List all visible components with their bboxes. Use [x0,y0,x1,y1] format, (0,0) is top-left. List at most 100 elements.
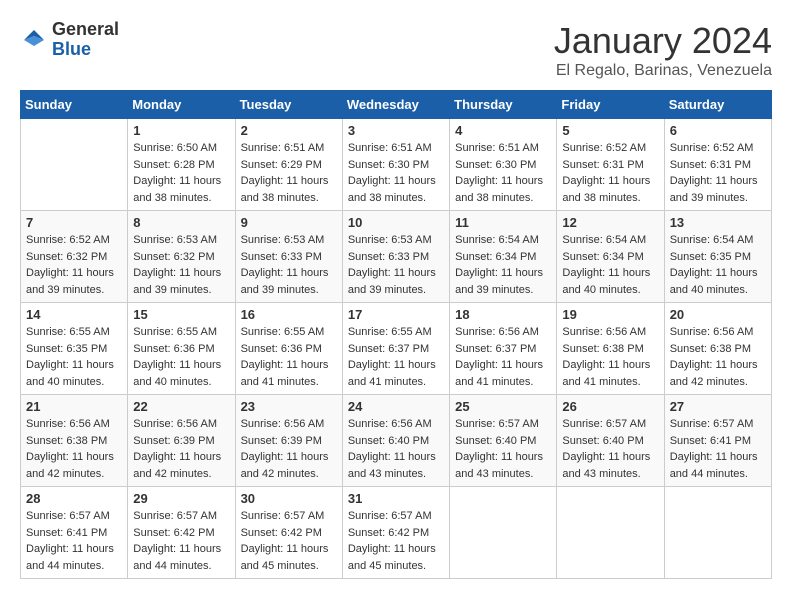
day-info: Sunrise: 6:55 AMSunset: 6:36 PMDaylight:… [241,324,337,390]
day-number: 17 [348,307,444,322]
calendar-day-cell: 27 Sunrise: 6:57 AMSunset: 6:41 PMDayligh… [664,395,771,487]
day-number: 5 [562,123,658,138]
day-number: 4 [455,123,551,138]
calendar-day-cell: 2 Sunrise: 6:51 AMSunset: 6:29 PMDaylight… [235,119,342,211]
day-number: 13 [670,215,766,230]
day-info: Sunrise: 6:56 AMSunset: 6:40 PMDaylight:… [348,416,444,482]
day-info: Sunrise: 6:57 AMSunset: 6:41 PMDaylight:… [670,416,766,482]
calendar-day-cell: 6 Sunrise: 6:52 AMSunset: 6:31 PMDaylight… [664,119,771,211]
calendar-day-cell: 13 Sunrise: 6:54 AMSunset: 6:35 PMDayligh… [664,211,771,303]
page-header: General Blue January 2024 El Regalo, Bar… [20,20,772,80]
calendar-day-cell: 19 Sunrise: 6:56 AMSunset: 6:38 PMDayligh… [557,303,664,395]
day-info: Sunrise: 6:57 AMSunset: 6:42 PMDaylight:… [133,508,229,574]
day-number: 2 [241,123,337,138]
day-number: 11 [455,215,551,230]
day-number: 22 [133,399,229,414]
day-info: Sunrise: 6:56 AMSunset: 6:38 PMDaylight:… [562,324,658,390]
day-number: 10 [348,215,444,230]
day-number: 9 [241,215,337,230]
calendar-day-cell: 23Sunrise: 6:56 AMSunset: 6:39 PMDayligh… [235,395,342,487]
calendar-day-cell: 9 Sunrise: 6:53 AMSunset: 6:33 PMDaylight… [235,211,342,303]
day-number: 27 [670,399,766,414]
day-info: Sunrise: 6:52 AMSunset: 6:32 PMDaylight:… [26,232,122,298]
weekday-header: Sunday [21,91,128,119]
weekday-header: Thursday [450,91,557,119]
day-number: 21 [26,399,122,414]
day-number: 8 [133,215,229,230]
calendar-day-cell [664,487,771,579]
day-info: Sunrise: 6:56 AMSunset: 6:38 PMDaylight:… [26,416,122,482]
calendar-table: SundayMondayTuesdayWednesdayThursdayFrid… [20,90,772,579]
day-number: 31 [348,491,444,506]
calendar-day-cell: 12 Sunrise: 6:54 AMSunset: 6:34 PMDayligh… [557,211,664,303]
location: El Regalo, Barinas, Venezuela [554,62,772,80]
day-info: Sunrise: 6:53 AMSunset: 6:32 PMDaylight:… [133,232,229,298]
day-info: Sunrise: 6:56 AMSunset: 6:39 PMDaylight:… [133,416,229,482]
calendar-day-cell [450,487,557,579]
weekday-header: Friday [557,91,664,119]
calendar-week-row: 21 Sunrise: 6:56 AMSunset: 6:38 PMDayligh… [21,395,772,487]
day-number: 26 [562,399,658,414]
day-number: 19 [562,307,658,322]
day-info: Sunrise: 6:55 AMSunset: 6:37 PMDaylight:… [348,324,444,390]
weekday-header-row: SundayMondayTuesdayWednesdayThursdayFrid… [21,91,772,119]
calendar-day-cell: 30 Sunrise: 6:57 AMSunset: 6:42 PMDayligh… [235,487,342,579]
title-section: January 2024 El Regalo, Barinas, Venezue… [554,20,772,80]
day-number: 30 [241,491,337,506]
day-info: Sunrise: 6:56 AMSunset: 6:37 PMDaylight:… [455,324,551,390]
day-info: Sunrise: 6:53 AMSunset: 6:33 PMDaylight:… [241,232,337,298]
day-info: Sunrise: 6:57 AMSunset: 6:40 PMDaylight:… [562,416,658,482]
day-info: Sunrise: 6:51 AMSunset: 6:30 PMDaylight:… [455,140,551,206]
day-info: Sunrise: 6:53 AMSunset: 6:33 PMDaylight:… [348,232,444,298]
day-info: Sunrise: 6:57 AMSunset: 6:40 PMDaylight:… [455,416,551,482]
day-number: 14 [26,307,122,322]
calendar-week-row: 7 Sunrise: 6:52 AMSunset: 6:32 PMDaylight… [21,211,772,303]
month-title: January 2024 [554,20,772,62]
day-info: Sunrise: 6:54 AMSunset: 6:34 PMDaylight:… [562,232,658,298]
logo-blue: Blue [52,40,119,60]
calendar-week-row: 14 Sunrise: 6:55 AMSunset: 6:35 PMDayligh… [21,303,772,395]
calendar-day-cell: 18 Sunrise: 6:56 AMSunset: 6:37 PMDayligh… [450,303,557,395]
day-number: 18 [455,307,551,322]
weekday-header: Wednesday [342,91,449,119]
day-number: 24 [348,399,444,414]
logo-icon [20,26,48,54]
day-info: Sunrise: 6:56 AMSunset: 6:38 PMDaylight:… [670,324,766,390]
calendar-day-cell: 26 Sunrise: 6:57 AMSunset: 6:40 PMDayligh… [557,395,664,487]
calendar-day-cell: 8 Sunrise: 6:53 AMSunset: 6:32 PMDaylight… [128,211,235,303]
day-info: Sunrise: 6:52 AMSunset: 6:31 PMDaylight:… [670,140,766,206]
calendar-day-cell: 5Sunrise: 6:52 AMSunset: 6:31 PMDaylight… [557,119,664,211]
day-number: 29 [133,491,229,506]
calendar-day-cell: 31 Sunrise: 6:57 AMSunset: 6:42 PMDayligh… [342,487,449,579]
calendar-day-cell: 29 Sunrise: 6:57 AMSunset: 6:42 PMDayligh… [128,487,235,579]
day-number: 1 [133,123,229,138]
day-number: 23 [241,399,337,414]
day-number: 6 [670,123,766,138]
day-number: 20 [670,307,766,322]
day-info: Sunrise: 6:51 AMSunset: 6:30 PMDaylight:… [348,140,444,206]
calendar-day-cell: 10 Sunrise: 6:53 AMSunset: 6:33 PMDayligh… [342,211,449,303]
day-info: Sunrise: 6:57 AMSunset: 6:42 PMDaylight:… [348,508,444,574]
calendar-day-cell: 28Sunrise: 6:57 AMSunset: 6:41 PMDayligh… [21,487,128,579]
calendar-day-cell: 24 Sunrise: 6:56 AMSunset: 6:40 PMDayligh… [342,395,449,487]
calendar-day-cell: 16Sunrise: 6:55 AMSunset: 6:36 PMDayligh… [235,303,342,395]
day-info: Sunrise: 6:55 AMSunset: 6:36 PMDaylight:… [133,324,229,390]
logo-general: General [52,20,119,40]
day-info: Sunrise: 6:54 AMSunset: 6:35 PMDaylight:… [670,232,766,298]
calendar-day-cell: 4 Sunrise: 6:51 AMSunset: 6:30 PMDaylight… [450,119,557,211]
day-number: 7 [26,215,122,230]
calendar-day-cell: 20 Sunrise: 6:56 AMSunset: 6:38 PMDayligh… [664,303,771,395]
day-info: Sunrise: 6:54 AMSunset: 6:34 PMDaylight:… [455,232,551,298]
weekday-header: Tuesday [235,91,342,119]
day-info: Sunrise: 6:51 AMSunset: 6:29 PMDaylight:… [241,140,337,206]
day-info: Sunrise: 6:57 AMSunset: 6:42 PMDaylight:… [241,508,337,574]
day-info: Sunrise: 6:55 AMSunset: 6:35 PMDaylight:… [26,324,122,390]
calendar-week-row: 28Sunrise: 6:57 AMSunset: 6:41 PMDayligh… [21,487,772,579]
weekday-header: Monday [128,91,235,119]
day-number: 15 [133,307,229,322]
day-number: 12 [562,215,658,230]
calendar-day-cell: 17 Sunrise: 6:55 AMSunset: 6:37 PMDayligh… [342,303,449,395]
calendar-day-cell [557,487,664,579]
day-number: 25 [455,399,551,414]
day-info: Sunrise: 6:57 AMSunset: 6:41 PMDaylight:… [26,508,122,574]
